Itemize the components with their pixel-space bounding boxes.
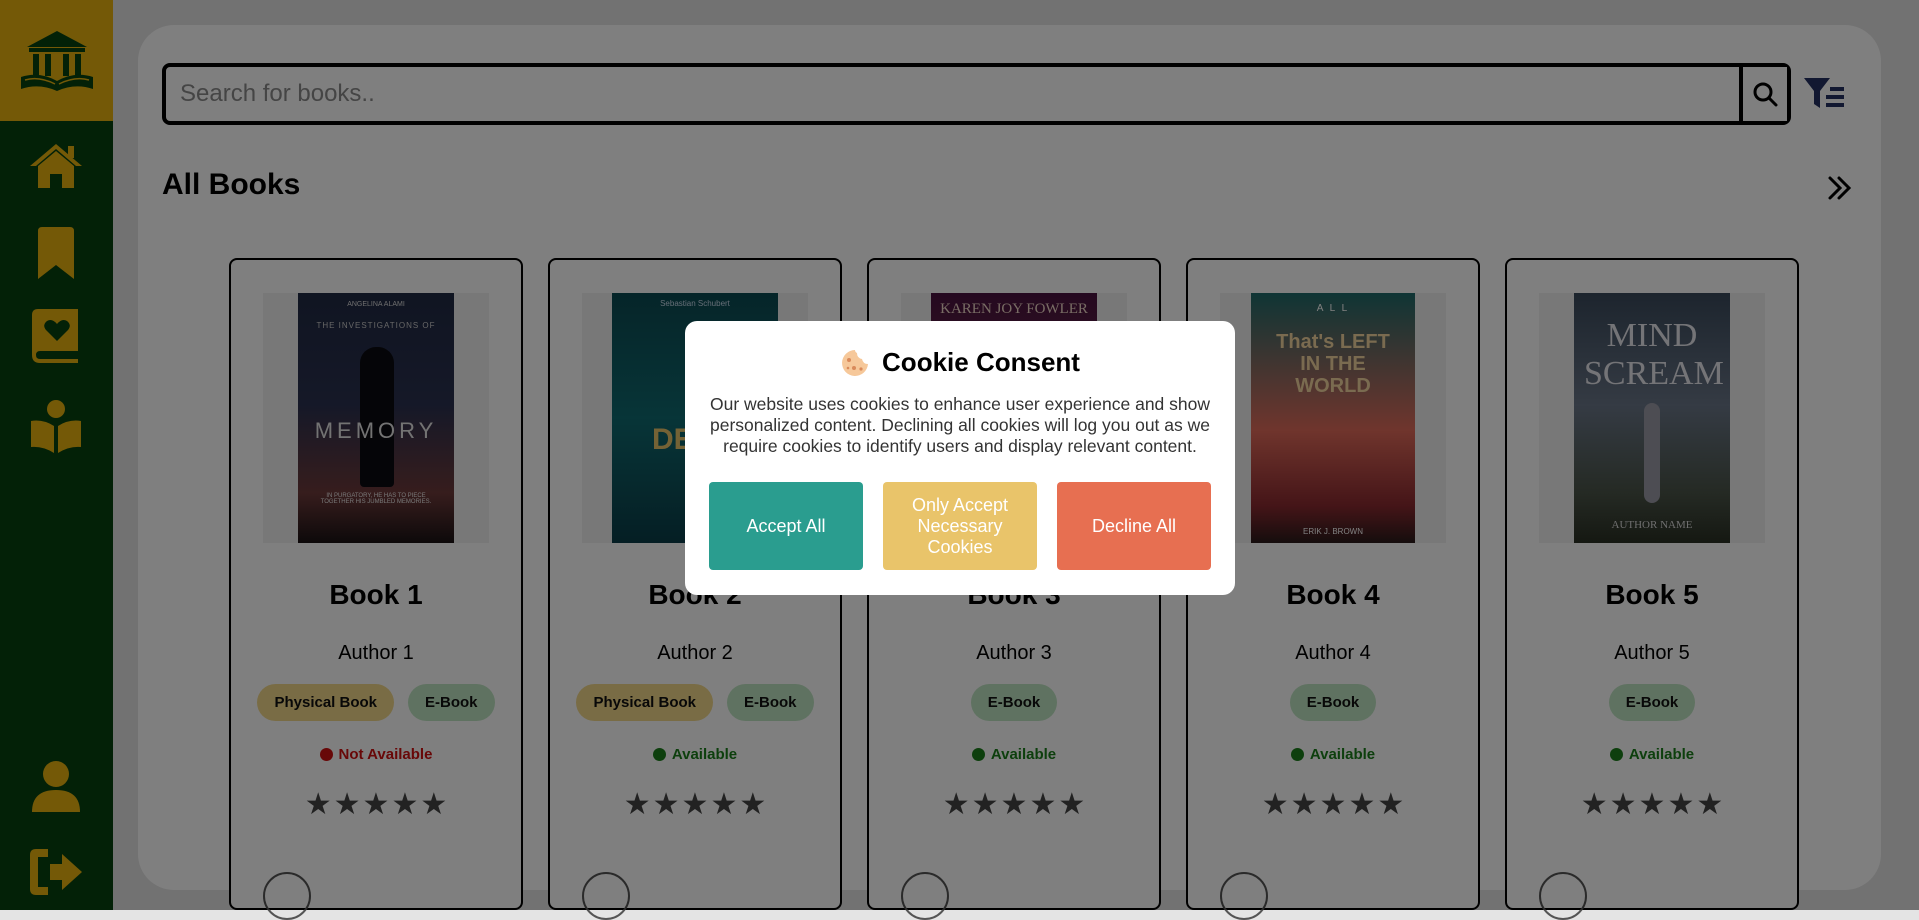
- cookie-icon: [842, 349, 869, 376]
- modal-description: Our website uses cookies to enhance user…: [709, 394, 1210, 456]
- cookie-consent-dialog: Cookie Consent Our website uses cookies …: [685, 321, 1235, 595]
- modal-title: Cookie Consent: [882, 347, 1080, 377]
- accept-all-button[interactable]: Accept All: [709, 482, 863, 570]
- decline-all-button[interactable]: Decline All: [1057, 482, 1211, 570]
- accept-necessary-button[interactable]: Only Accept Necessary Cookies: [883, 482, 1037, 570]
- modal-header: Cookie Consent: [685, 347, 1235, 378]
